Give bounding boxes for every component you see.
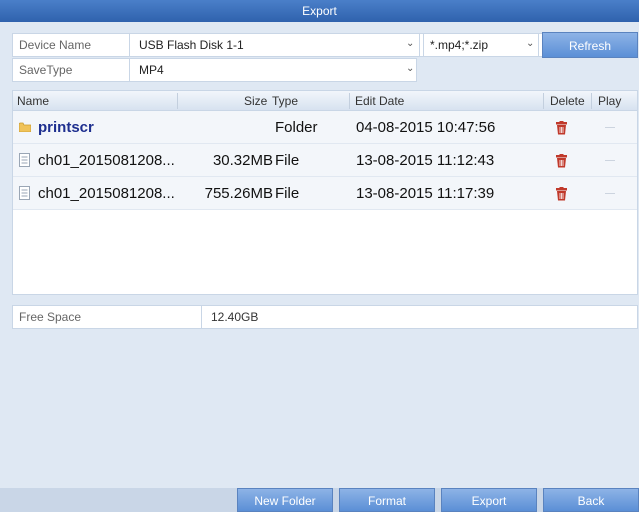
table-header: Name Size Type Edit Date Delete Play: [13, 91, 637, 111]
file-type: Folder: [275, 119, 318, 136]
export-button[interactable]: Export: [441, 488, 537, 512]
divider: [201, 306, 202, 328]
file-type: File: [275, 185, 300, 202]
savetype-label: SaveType: [19, 63, 73, 77]
file-name: printscr: [38, 119, 94, 136]
col-type: Type: [272, 94, 299, 108]
dialog-title: Export: [0, 0, 639, 22]
file-size: 755.26MB: [204, 185, 273, 202]
file-edit-date: 04-08-2015 10:47:56: [356, 119, 496, 136]
col-edit-date: Edit Date: [355, 94, 405, 108]
refresh-button[interactable]: Refresh: [542, 32, 638, 58]
file-table: Name Size Type Edit Date Delete Play pri…: [12, 90, 638, 295]
file-icon: [19, 153, 30, 167]
divider: [349, 93, 350, 109]
file-edit-date: 13-08-2015 11:12:43: [356, 152, 495, 169]
export-dialog: Export Device Name USB Flash Disk 1-1 ⌄ …: [0, 0, 639, 512]
trash-icon[interactable]: [555, 154, 568, 168]
free-space-label: Free Space: [19, 310, 82, 324]
file-edit-date: 13-08-2015 11:17:39: [356, 185, 495, 202]
divider: [419, 34, 420, 56]
savetype-select[interactable]: MP4: [139, 59, 399, 81]
file-size: 30.32MB: [212, 152, 273, 169]
device-name-label: Device Name: [19, 38, 92, 52]
play-disabled-icon: [605, 193, 615, 194]
col-size: Size: [244, 94, 268, 108]
device-name-select[interactable]: USB Flash Disk 1-1: [139, 34, 409, 56]
savetype-row: SaveType MP4 ⌄: [12, 58, 417, 82]
file-name: ch01_2015081208...: [38, 185, 175, 202]
back-button[interactable]: Back: [543, 488, 639, 512]
trash-icon[interactable]: [555, 187, 568, 201]
free-space-row: Free Space 12.40GB: [12, 305, 638, 329]
table-row[interactable]: printscr Folder 04-08-2015 10:47:56: [13, 111, 637, 144]
divider: [591, 93, 592, 109]
file-type: File: [275, 152, 300, 169]
table-row[interactable]: ch01_2015081208... 755.26MB File 13-08-2…: [13, 177, 637, 210]
divider: [177, 93, 178, 109]
folder-icon: [19, 122, 31, 132]
play-disabled-icon: [605, 127, 615, 128]
chevron-down-icon: ⌄: [526, 38, 535, 49]
new-folder-button[interactable]: New Folder: [237, 488, 333, 512]
file-icon: [19, 186, 30, 200]
file-size: [193, 111, 261, 144]
divider: [129, 34, 130, 56]
play-disabled-icon: [605, 160, 615, 161]
chevron-down-icon[interactable]: ⌄: [406, 39, 414, 49]
free-space-value: 12.40GB: [211, 310, 259, 324]
col-name: Name: [17, 94, 50, 108]
file-type-select[interactable]: *.mp4;*.zip ⌄: [423, 33, 539, 57]
file-name: ch01_2015081208...: [38, 152, 175, 169]
file-type-value: *.mp4;*.zip: [430, 38, 489, 52]
col-delete: Delete: [550, 94, 585, 108]
chevron-down-icon[interactable]: ⌄: [406, 64, 414, 74]
divider: [129, 59, 130, 81]
trash-icon[interactable]: [555, 121, 568, 135]
table-row[interactable]: ch01_2015081208... 30.32MB File 13-08-20…: [13, 144, 637, 177]
format-button[interactable]: Format: [339, 488, 435, 512]
divider: [543, 93, 544, 109]
col-play: Play: [598, 94, 622, 108]
